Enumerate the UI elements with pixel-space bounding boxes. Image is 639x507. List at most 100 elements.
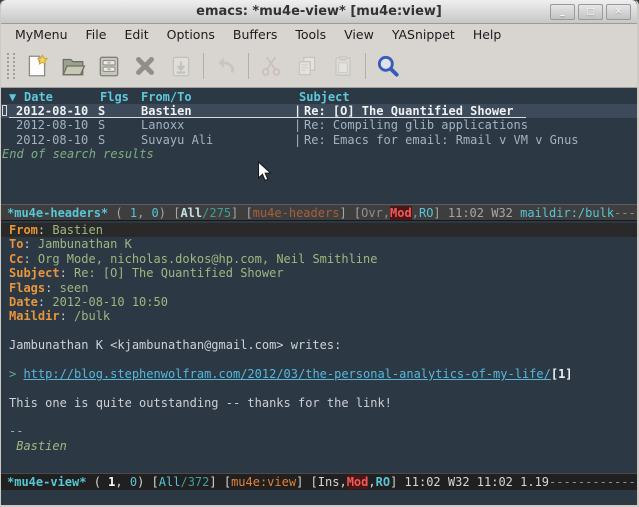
message-from: Lanoxx xyxy=(141,118,184,132)
maximize-button[interactable]: □ xyxy=(578,4,603,20)
field-colon: : xyxy=(38,295,52,309)
open-file-button[interactable] xyxy=(55,48,91,84)
title-bar[interactable]: emacs: *mu4e-view* [mu4e:view] _ □ ✕ xyxy=(1,0,637,24)
header-field-subject: Subject: Re: [O] The Quantified Shower xyxy=(1,266,637,280)
emacs-window: emacs: *mu4e-view* [mu4e:view] _ □ ✕ MyM… xyxy=(0,0,639,507)
article-link[interactable]: http://blog.stephenwolfram.com/2012/03/t… xyxy=(23,367,550,381)
message-date: 2012-08-10 xyxy=(16,118,88,132)
field-colon: : xyxy=(45,281,59,295)
header-field-from: From: Bastien xyxy=(1,223,637,237)
menu-view[interactable]: View xyxy=(335,25,383,44)
new-file-button[interactable] xyxy=(19,48,55,84)
field-value: Org Mode, nicholas.dokos@hp.com, Neil Sm… xyxy=(38,252,378,266)
menu-yasnippet[interactable]: YASnippet xyxy=(383,25,464,44)
scissors-icon xyxy=(258,53,284,79)
menu-file[interactable]: File xyxy=(77,25,116,44)
thread-separator: | xyxy=(294,133,301,147)
column-header-from[interactable]: From/To xyxy=(141,90,192,104)
modeline-readonly-flag: RO xyxy=(419,206,433,220)
message-intro-line: Jambunathan K <kjambunathan@gmail.com> w… xyxy=(1,338,637,352)
modeline-text: ) [ xyxy=(137,475,159,489)
close-button[interactable]: ✕ xyxy=(606,4,631,20)
new-file-icon xyxy=(24,53,50,79)
modeline-buffer-name: *mu4e-view* xyxy=(7,475,86,489)
modeline-message-count: /372 xyxy=(180,475,209,489)
modeline-text: ] xyxy=(433,206,447,220)
menu-tools[interactable]: Tools xyxy=(286,25,335,44)
field-value: Bastien xyxy=(52,223,103,237)
sort-arrow-icon[interactable]: ▼ xyxy=(9,90,16,104)
copy-button[interactable] xyxy=(289,48,325,84)
close-buffer-button[interactable] xyxy=(127,48,163,84)
modeline-dashes: ---------------- xyxy=(549,475,637,489)
toolbar-separator xyxy=(203,53,204,79)
save-as-icon xyxy=(168,53,194,79)
tool-bar xyxy=(1,45,637,88)
copy-icon xyxy=(294,53,320,79)
blank-line xyxy=(1,324,637,338)
modeline-ovr-flag: Ovr xyxy=(361,206,383,220)
mu4e-view-window: From: Bastien To: Jambunathan K Cc: Org … xyxy=(1,221,637,473)
undo-arrow-icon xyxy=(213,53,239,79)
header-field-flags: Flags: seen xyxy=(1,281,637,295)
modeline-filter: All xyxy=(159,475,181,489)
modeline-dashes: -------- xyxy=(614,206,637,220)
message-from: Bastien xyxy=(141,104,192,118)
header-field-cc: Cc: Org Mode, nicholas.dokos@hp.com, Nei… xyxy=(1,252,637,266)
clipboard-icon xyxy=(330,53,356,79)
save-as-button[interactable] xyxy=(163,48,199,84)
echo-area[interactable] xyxy=(1,490,637,505)
save-buffer-button[interactable] xyxy=(91,48,127,84)
modeline-line-number: 1 xyxy=(130,206,137,220)
toolbar-separator xyxy=(248,53,249,79)
field-label: Date xyxy=(9,295,38,309)
thread-separator: | xyxy=(294,118,301,132)
modeline-message-count: /275 xyxy=(202,206,231,220)
modeline-text: ] [ xyxy=(209,475,231,489)
column-header-date[interactable]: Date xyxy=(24,90,53,104)
menu-help[interactable]: Help xyxy=(464,25,511,44)
minimize-button[interactable]: _ xyxy=(550,4,575,20)
blank-line xyxy=(1,381,637,395)
modeline-view: *mu4e-view* ( 1, 0) [All/372] [mu4e:view… xyxy=(1,473,637,490)
menu-mymenu[interactable]: MyMenu xyxy=(6,25,77,44)
modeline-major-mode: mu4e:view xyxy=(231,475,296,489)
message-subject: Re: Compiling glib applications xyxy=(304,118,528,132)
toolbar-separator xyxy=(365,53,366,79)
message-subject: Re: Emacs for email: Rmail v VM v Gnus xyxy=(304,133,579,147)
message-flags: S xyxy=(98,133,105,147)
menu-options[interactable]: Options xyxy=(158,25,224,44)
blank-line xyxy=(1,353,637,367)
undo-button[interactable] xyxy=(208,48,244,84)
modeline-text: , xyxy=(137,206,151,220)
modeline-filter: All xyxy=(180,206,202,220)
search-icon xyxy=(375,53,401,79)
message-row[interactable]: 2012-08-10 S Suvayu Ali | Re: Emacs for … xyxy=(1,133,637,147)
mu4e-headers-window: ▼ Date Flgs From/To Subject 2012-08-10 S… xyxy=(1,89,637,204)
message-subject: Re: [O] The Quantified Shower xyxy=(304,104,514,118)
paste-button[interactable] xyxy=(325,48,361,84)
modeline-ins-flag: Ins xyxy=(318,475,340,489)
fringe-cursor-indicator xyxy=(2,105,7,116)
modeline-text: ( xyxy=(108,206,130,220)
modeline-text: ] [ xyxy=(339,206,361,220)
message-row[interactable]: 2012-08-10 S Lanoxx | Re: Compiling glib… xyxy=(1,118,637,132)
menu-bar: MyMenu File Edit Options Buffers Tools V… xyxy=(1,24,637,45)
search-button[interactable] xyxy=(370,48,406,84)
field-value: /bulk xyxy=(74,309,110,323)
message-row-selected[interactable]: 2012-08-10 S Bastien | Re: [O] The Quant… xyxy=(1,104,637,118)
open-folder-icon xyxy=(60,53,86,79)
field-colon: : xyxy=(23,237,37,251)
column-header-subject[interactable]: Subject xyxy=(299,90,350,104)
modeline-text: ) [ xyxy=(159,206,181,220)
message-flags: S xyxy=(98,104,105,118)
save-icon xyxy=(96,53,122,79)
field-label: Maildir xyxy=(9,309,60,323)
footnote-marker: [1] xyxy=(551,367,573,381)
toolbar-grip-handle[interactable] xyxy=(7,53,15,79)
cut-button[interactable] xyxy=(253,48,289,84)
window-controls: _ □ ✕ xyxy=(550,4,631,20)
menu-buffers[interactable]: Buffers xyxy=(224,25,286,44)
column-header-flags[interactable]: Flgs xyxy=(100,90,129,104)
menu-edit[interactable]: Edit xyxy=(115,25,157,44)
